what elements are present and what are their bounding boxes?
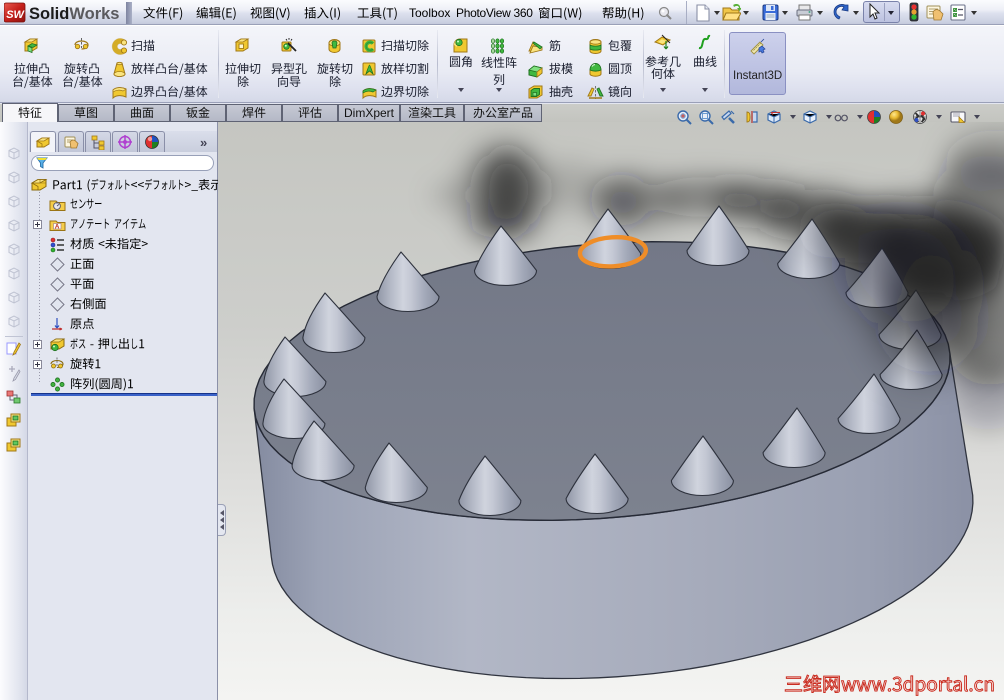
svg-text:A: A: [55, 224, 60, 231]
svg-text:SolidWorks: SolidWorks: [29, 5, 119, 23]
svg-text:SW: SW: [6, 9, 25, 21]
